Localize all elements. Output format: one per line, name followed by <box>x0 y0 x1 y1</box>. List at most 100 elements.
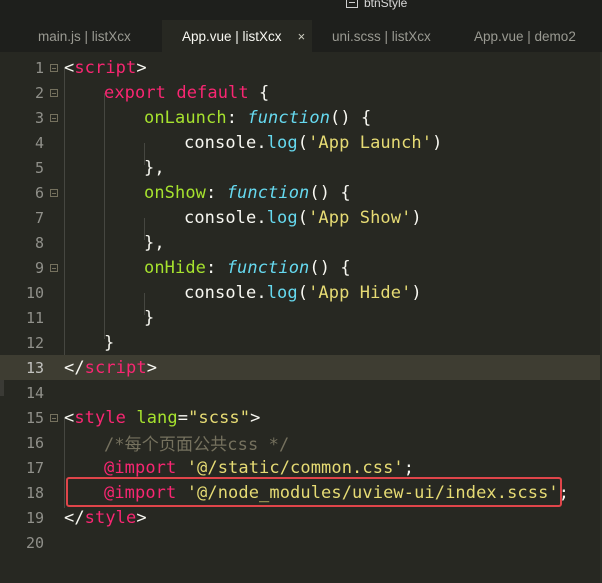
symbol-icon <box>346 0 358 8</box>
code-line-10: 10 console.log('App Hide') <box>0 280 602 305</box>
line-number: 15 <box>25 408 44 427</box>
line-number: 10 <box>25 283 44 302</box>
comment: /*每个页面公共css */ <box>104 435 290 455</box>
keyword-export: export <box>104 82 167 103</box>
at-rule: @import <box>104 457 177 478</box>
method-call: log <box>266 282 298 303</box>
code-line-12: 12 } <box>0 330 602 355</box>
object: console <box>184 207 257 228</box>
line-content: }, <box>144 232 165 253</box>
code-line-6: 6 onShow: function() { <box>0 180 602 205</box>
fold-toggle[interactable] <box>50 88 58 97</box>
paren-open: ( <box>297 282 309 303</box>
attr-name: lang <box>136 407 178 428</box>
line-content: console.log('App Show') <box>184 208 422 228</box>
code-line-2: 2 export default { <box>0 80 602 105</box>
line-content: @import '@/static/common.css'; <box>104 458 414 478</box>
top-strip: btnStyle <box>0 0 602 20</box>
paren-open: ( <box>297 207 309 228</box>
keyword-default: default <box>176 82 249 103</box>
fold-toggle[interactable] <box>50 263 58 272</box>
code-editor-window: btnStyle main.js | listXcx App.vue | lis… <box>0 0 602 583</box>
string-literal: 'App Hide' <box>308 282 412 303</box>
tab-app-vue-demo2[interactable]: App.vue | demo2 <box>454 20 602 52</box>
line-number: 11 <box>25 308 44 327</box>
attr-value: "scss" <box>188 407 251 428</box>
method-name: onLaunch <box>144 107 227 128</box>
dot: . <box>256 207 267 228</box>
code-line-19: 19 </style> <box>0 505 602 530</box>
line-number: 12 <box>25 333 44 352</box>
tag-name: style <box>74 407 127 428</box>
paren-open: ( <box>297 132 309 153</box>
symbol-hint-text: btnStyle <box>364 0 408 10</box>
code-line-14: 14 <box>0 380 602 405</box>
import-path: '@/static/common.css' <box>186 457 404 478</box>
tag-open-bracket: </ <box>64 507 85 528</box>
paren-close: ) <box>432 132 443 153</box>
params: () { <box>330 107 372 128</box>
line-number: 14 <box>25 383 44 402</box>
code-line-5: 5 }, <box>0 155 602 180</box>
line-number: 1 <box>34 58 44 77</box>
string-literal: 'App Show' <box>308 207 412 228</box>
dot: . <box>256 282 267 303</box>
tab-main-js[interactable]: main.js | listXcx <box>18 20 162 52</box>
object: console <box>184 282 257 303</box>
params: () { <box>309 182 351 203</box>
params: () { <box>309 257 351 278</box>
tab-app-vue-listxcx[interactable]: App.vue | listXcx × <box>162 20 312 52</box>
tag-name: script <box>74 57 137 78</box>
tab-uni-scss[interactable]: uni.scss | listXcx <box>312 20 454 52</box>
line-content: console.log('App Launch') <box>184 133 442 153</box>
line-number: 19 <box>25 508 44 527</box>
line-content: } <box>104 332 115 353</box>
function-keyword: function <box>247 107 331 128</box>
tag-open-bracket: < <box>64 57 75 78</box>
line-number: 6 <box>34 183 44 202</box>
tag-close-bracket: > <box>136 507 147 528</box>
tag-name: style <box>84 507 137 528</box>
method-name: onShow <box>144 182 207 203</box>
line-number: 4 <box>34 133 44 152</box>
line-content: onHide: function() { <box>144 258 351 278</box>
method-call: log <box>266 132 298 153</box>
code-line-8: 8 }, <box>0 230 602 255</box>
paren-close: ) <box>411 282 422 303</box>
line-number: 5 <box>34 158 44 177</box>
tab-bar-edge <box>0 20 18 52</box>
code-area[interactable]: 1 <script> 2 export default { 3 onLaunch… <box>0 52 602 583</box>
fold-toggle[interactable] <box>50 413 58 422</box>
tab-label: App.vue | listXcx <box>182 28 282 44</box>
fold-toggle[interactable] <box>50 188 58 197</box>
fold-toggle[interactable] <box>50 63 58 72</box>
line-content: onLaunch: function() { <box>144 108 371 128</box>
line-number: 13 <box>25 358 44 377</box>
line-number: 18 <box>25 483 44 502</box>
equals: = <box>177 407 189 428</box>
method-name: onHide <box>144 257 207 278</box>
line-content: <script> <box>64 58 147 78</box>
code-line-9: 9 onHide: function() { <box>0 255 602 280</box>
line-number: 7 <box>34 208 44 227</box>
line-number: 20 <box>25 533 44 552</box>
tag-close-bracket: > <box>146 357 158 378</box>
tab-label: main.js | listXcx <box>38 28 131 44</box>
close-icon[interactable]: × <box>298 30 306 43</box>
code-line-15: 15 <style lang="scss"> <box>0 405 602 430</box>
string-literal: 'App Launch' <box>308 132 433 153</box>
code-line-4: 4 console.log('App Launch') <box>0 130 602 155</box>
fold-toggle[interactable] <box>50 113 58 122</box>
tag-close-bracket: > <box>136 57 147 78</box>
line-content: console.log('App Hide') <box>184 283 422 303</box>
symbol-hint: btnStyle <box>346 0 407 12</box>
line-number: 3 <box>34 108 44 127</box>
code-line-11: 11 } <box>0 305 602 330</box>
paren-close: ) <box>411 207 422 228</box>
function-keyword: function <box>226 182 310 203</box>
line-content: @import '@/node_modules/uview-ui/index.s… <box>104 483 569 503</box>
tag-close-bracket: > <box>250 407 261 428</box>
